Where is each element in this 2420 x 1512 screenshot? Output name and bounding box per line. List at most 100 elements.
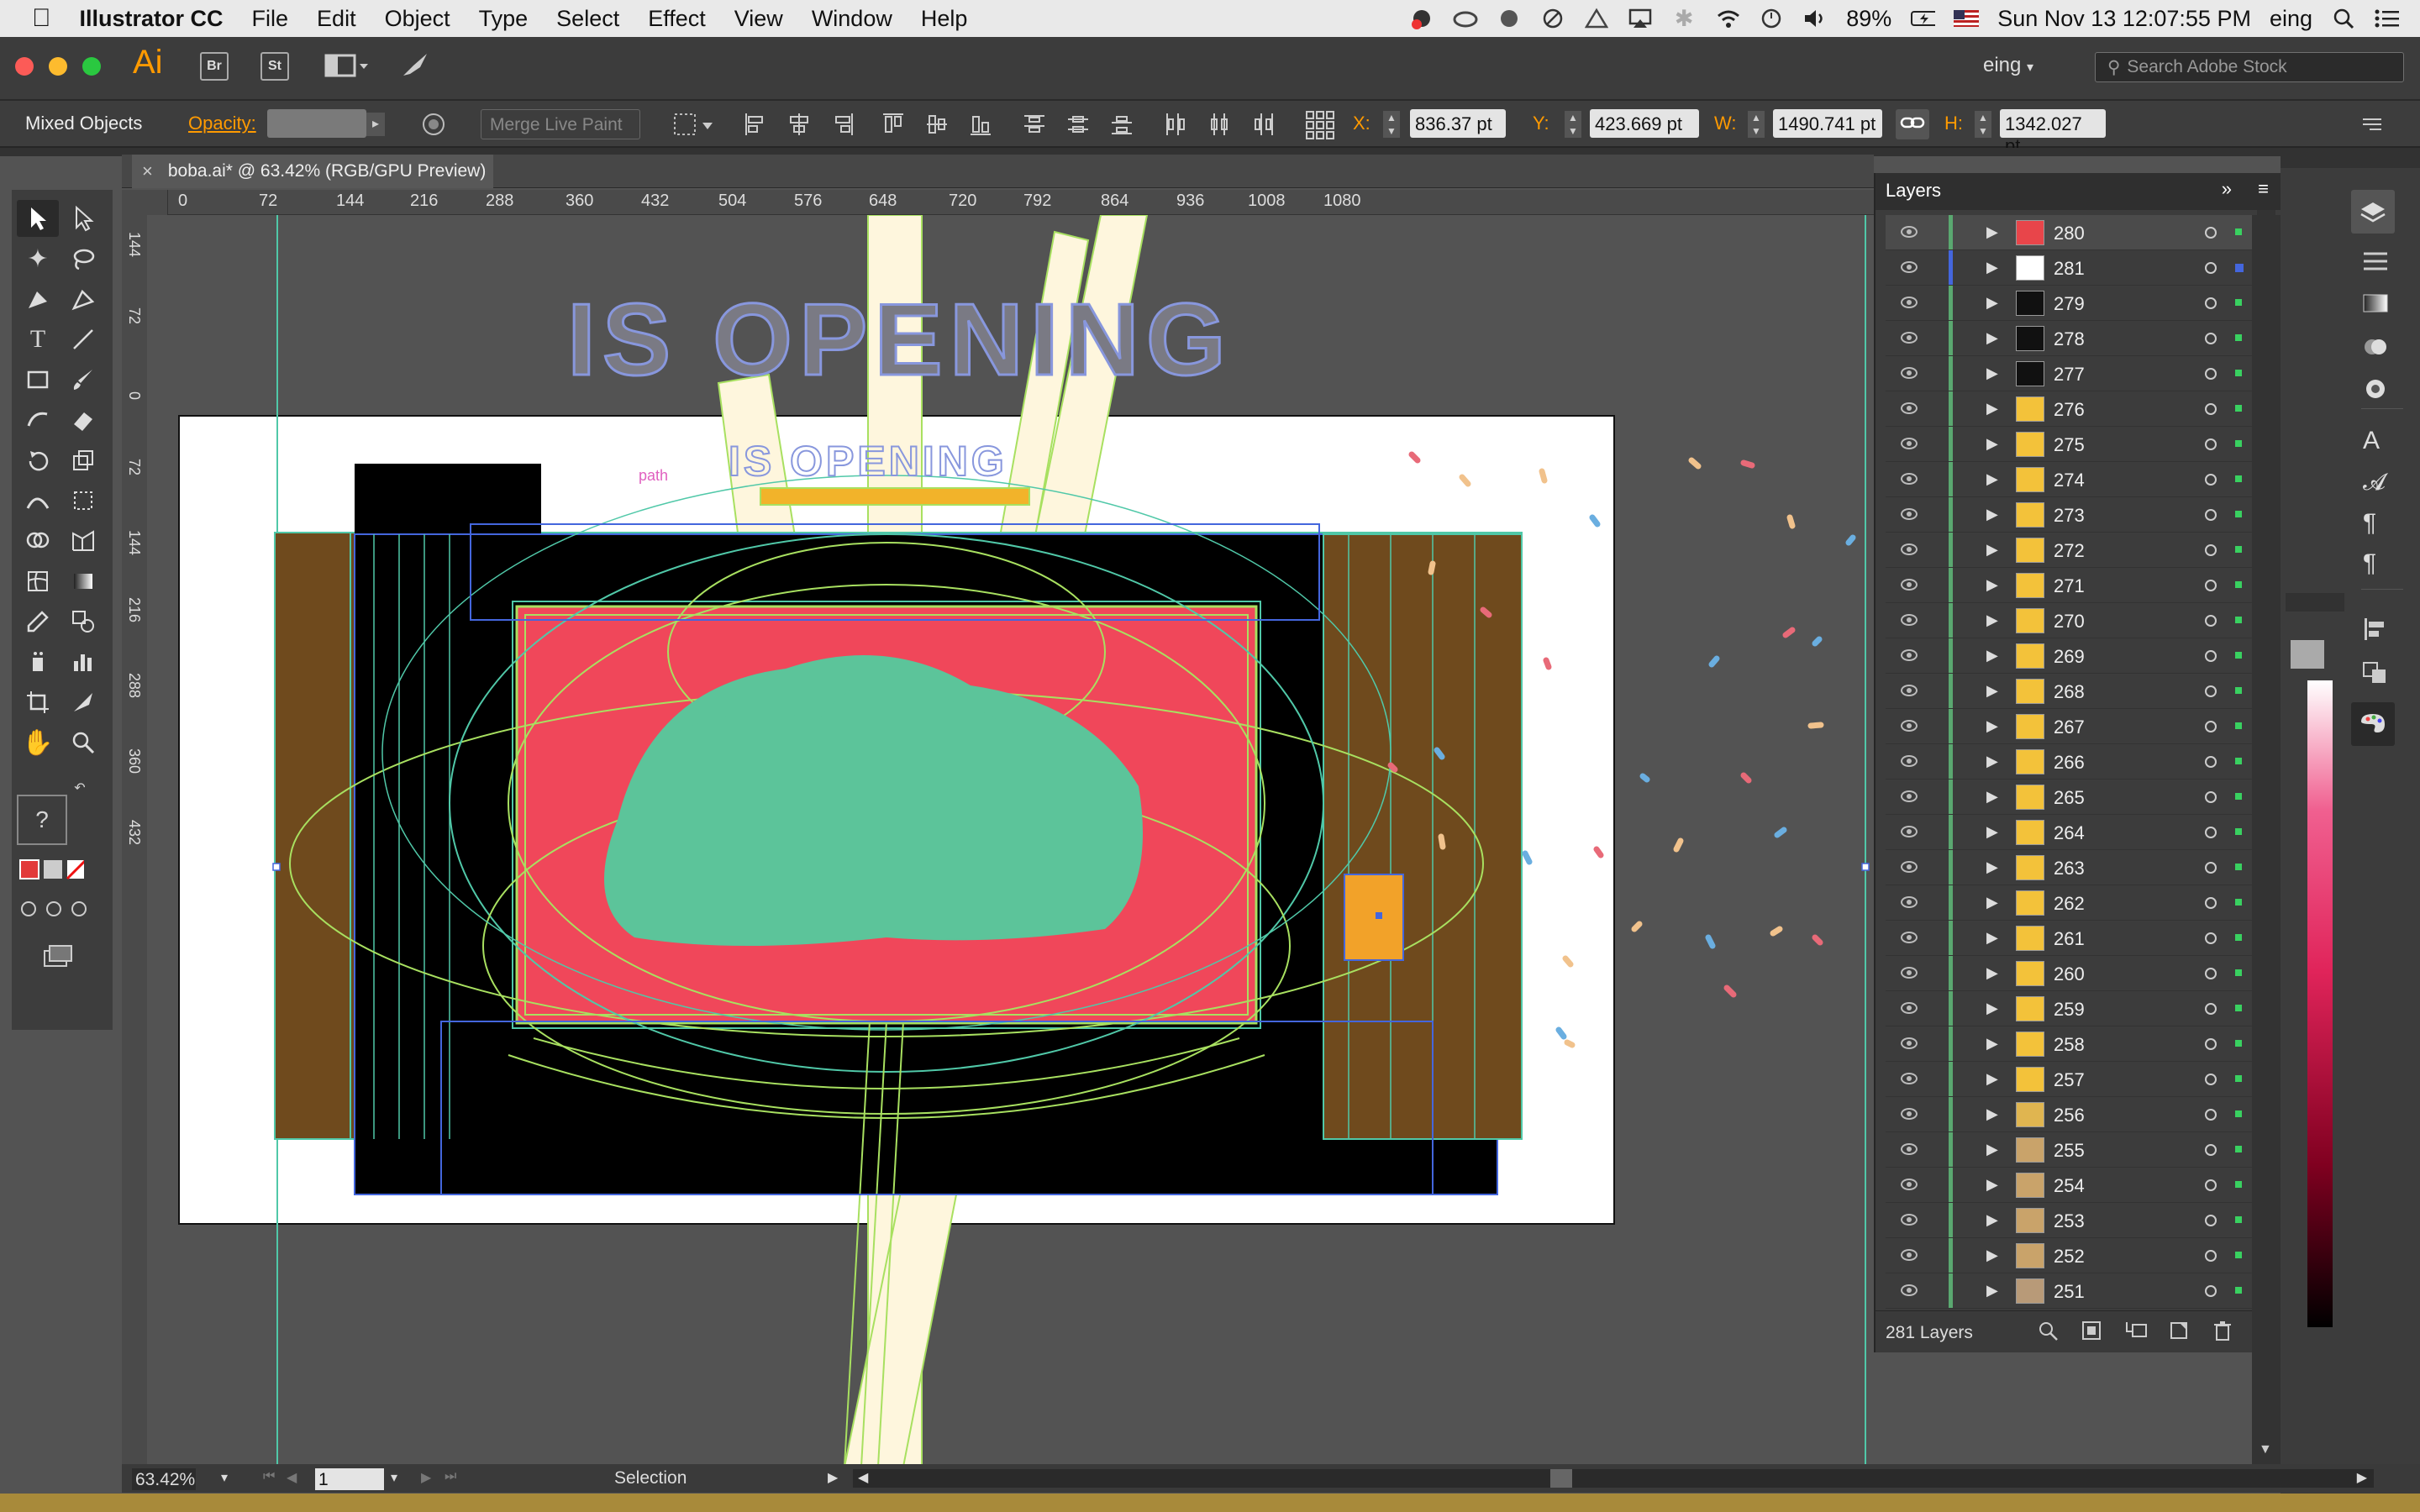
expand-triangle-icon[interactable]: ▶ [1986,294,1998,312]
hand-tool-icon[interactable]: ✋ [17,724,59,761]
expand-triangle-icon[interactable]: ▶ [1986,1247,1998,1264]
gradient-tool-icon[interactable] [62,563,104,600]
stroke-panel-icon[interactable] [2361,249,2390,278]
create-layer-icon[interactable] [2168,1320,2190,1347]
zoom-window-button[interactable] [82,57,101,76]
bluetooth-icon[interactable]: ✱ [1671,6,1697,31]
artboard-dropdown-icon[interactable]: ▾ [391,1469,397,1486]
layer-row[interactable]: ▶ 268 [1886,674,2255,709]
target-circle-icon[interactable] [2205,403,2217,415]
visibility-eye-icon[interactable] [1901,543,1918,555]
w-field[interactable]: 1490.741 pt [1773,109,1882,138]
layer-name[interactable]: 273 [2054,505,2085,527]
appearance-panel-icon[interactable] [2361,376,2390,406]
opacity-label[interactable]: Opacity: [188,113,256,134]
layer-row[interactable]: ▶ 278 [1886,321,2255,356]
layer-row[interactable]: ▶ 261 [1886,921,2255,956]
eyedropper-tool-icon[interactable] [17,603,59,640]
target-circle-icon[interactable] [2205,791,2217,803]
no-entry-icon[interactable] [1540,8,1565,29]
target-circle-icon[interactable] [2205,685,2217,697]
target-circle-icon[interactable] [2205,897,2217,909]
delete-layer-icon[interactable] [2212,1320,2233,1347]
character-panel-icon[interactable]: A [2363,427,2380,455]
color-swatch[interactable] [2291,640,2324,669]
layer-row[interactable]: ▶ 277 [1886,356,2255,391]
expand-triangle-icon[interactable]: ▶ [1986,682,1998,700]
selection-indicator[interactable] [2235,334,2242,341]
layer-row[interactable]: ▶ 266 [1886,744,2255,780]
selection-indicator[interactable] [2235,828,2242,835]
expand-triangle-icon[interactable]: ▶ [1986,541,1998,559]
sync-icon[interactable] [1497,8,1522,29]
airplay-icon[interactable] [1628,8,1653,29]
expand-triangle-icon[interactable]: ▶ [1986,1070,1998,1088]
drive-icon[interactable] [1584,8,1609,29]
menu-view[interactable]: View [720,6,797,32]
creative-cloud-icon[interactable] [1453,8,1478,29]
previous-artboard-icon[interactable]: ◀ [287,1469,297,1486]
target-circle-icon[interactable] [2205,1144,2217,1156]
menu-app-name[interactable]: Illustrator CC [66,6,238,32]
expand-triangle-icon[interactable]: ▶ [1986,1105,1998,1123]
shaper-tool-icon[interactable] [17,402,59,438]
w-stepper-icon[interactable]: ▲ ▼ [1748,111,1765,138]
swap-colors-icon[interactable]: ↶ [67,778,92,798]
visibility-eye-icon[interactable] [1901,967,1918,979]
selection-indicator[interactable] [2235,299,2242,306]
h-field[interactable]: 1342.027 pt [2000,109,2106,156]
expand-triangle-icon[interactable]: ▶ [1986,929,1998,947]
expand-triangle-icon[interactable]: ▶ [1986,823,1998,841]
expand-triangle-icon[interactable]: ▶ [1986,365,1998,382]
locate-object-icon[interactable] [2037,1320,2059,1347]
layer-row[interactable]: ▶ 275 [1886,427,2255,462]
visibility-eye-icon[interactable] [1901,720,1918,732]
visibility-eye-icon[interactable] [1901,1284,1918,1296]
horizontal-scrollbar[interactable]: ◀ ▶ [853,1469,2374,1488]
target-circle-icon[interactable] [2205,333,2217,344]
layer-row[interactable]: ▶ 272 [1886,533,2255,568]
visibility-eye-icon[interactable] [1901,1037,1918,1049]
layer-row[interactable]: ▶ 281 [1886,250,2255,286]
zoom-field[interactable]: 63.42% [132,1468,196,1490]
layer-row[interactable]: ▶ 280 [1886,215,2255,250]
layer-name[interactable]: 271 [2054,575,2085,597]
apple-icon[interactable]:  [0,4,66,33]
layer-row[interactable]: ▶ 269 [1886,638,2255,674]
visibility-eye-icon[interactable] [1901,861,1918,873]
close-tab-icon[interactable]: × [142,160,153,182]
expand-triangle-icon[interactable]: ▶ [1986,753,1998,770]
type-tool-icon[interactable]: T [17,321,59,358]
recolor-artwork-icon[interactable] [420,111,447,144]
expand-triangle-icon[interactable]: ▶ [1986,1035,1998,1053]
layer-name[interactable]: 270 [2054,611,2085,633]
layer-row[interactable]: ▶ 265 [1886,780,2255,815]
target-circle-icon[interactable] [2205,509,2217,521]
symbol-sprayer-tool-icon[interactable] [17,643,59,680]
visibility-eye-icon[interactable] [1901,1143,1918,1155]
character-styles-icon[interactable]: 𝓐 [2363,469,2386,496]
arrange-documents-icon[interactable] [324,50,371,81]
transform-grid-icon[interactable] [1304,109,1338,145]
pathfinder-panel-icon[interactable] [2361,660,2390,690]
layer-name[interactable]: 254 [2054,1175,2085,1197]
target-circle-icon[interactable] [2205,968,2217,979]
workspace-switcher[interactable]: eing ▾ [1983,54,2033,77]
gradient-panel-icon[interactable] [2361,291,2390,320]
layer-row[interactable]: ▶ 256 [1886,1097,2255,1132]
selection-indicator[interactable] [2235,1110,2242,1117]
y-field[interactable]: 423.669 pt [1590,109,1699,138]
close-window-button[interactable] [15,57,34,76]
menu-help[interactable]: Help [907,6,982,32]
expand-triangle-icon[interactable]: ▶ [1986,717,1998,735]
selection-tool-icon[interactable] [17,200,59,237]
layer-name[interactable]: 276 [2054,399,2085,421]
layer-row[interactable]: ▶ 273 [1886,497,2255,533]
visibility-eye-icon[interactable] [1901,1073,1918,1084]
blend-tool-icon[interactable] [62,603,104,640]
layer-row[interactable]: ▶ 251 [1886,1273,2255,1309]
selection-indicator[interactable] [2235,617,2242,623]
target-circle-icon[interactable] [2205,1215,2217,1226]
selection-indicator[interactable] [2235,1005,2242,1011]
status-menu-arrow-icon[interactable]: ▶ [828,1469,838,1486]
